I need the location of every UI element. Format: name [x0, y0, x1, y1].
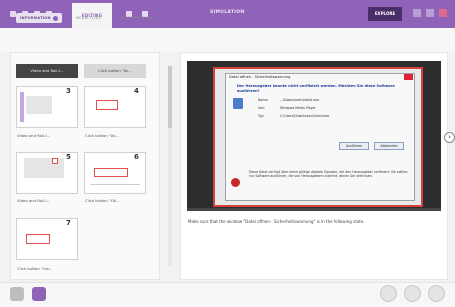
settings-icon[interactable] — [10, 287, 24, 301]
slide-item-1[interactable]: Video and Roll-I... — [16, 64, 78, 78]
maximize-icon[interactable] — [426, 9, 434, 17]
dialog-row-label: Von: — [258, 106, 265, 110]
next-arrow-icon[interactable]: › — [444, 132, 455, 143]
slide-number: 5 — [66, 153, 71, 161]
tab-active-dot-icon — [52, 15, 58, 21]
close-icon[interactable] — [439, 9, 447, 17]
thumb-highlight-box — [96, 100, 118, 110]
dialog-row-label: Typ: — [258, 114, 265, 118]
preview-bottom-bar — [187, 208, 441, 211]
thumb-highlight-box — [26, 234, 50, 244]
warning-shield-icon — [231, 178, 240, 187]
thumb-content-graphic — [24, 158, 64, 178]
slide-caption: Click button "Ak... — [85, 133, 120, 138]
thumb-sidebar-graphic — [20, 92, 24, 122]
slide-number: 3 — [66, 87, 71, 95]
step-caption: Make sure that the window "Datei offnen … — [188, 219, 365, 224]
voice-icon[interactable] — [380, 285, 397, 302]
thumb-highlight-box — [94, 168, 128, 177]
thumb-divider — [90, 184, 140, 185]
slide-caption: Video and Roll-I... — [17, 198, 51, 203]
record-icon[interactable] — [32, 287, 46, 301]
minimize-icon[interactable] — [413, 9, 421, 17]
explore-button[interactable]: EXPLORE — [368, 7, 402, 21]
slide-caption: Video and Roll-I... — [17, 133, 51, 138]
fullscreen-icon[interactable] — [428, 285, 445, 302]
slide-number: 7 — [66, 219, 71, 227]
window-title: SIMULATION — [210, 10, 245, 15]
dialog-title: Datei offnen - Sicherheitswarnung — [229, 75, 291, 79]
application-icon — [233, 98, 243, 109]
slide-number: 4 — [134, 87, 139, 95]
slide-item-2[interactable]: Click button "Ac... — [84, 64, 146, 78]
dialog-row-value: Windows Media Player — [280, 106, 316, 110]
dialog-warning-text: Diese Datei verfügt über keine gültige d… — [249, 170, 408, 179]
dialog-close-icon[interactable] — [404, 74, 413, 80]
thumb-highlight-box — [52, 158, 58, 164]
slides-scrollbar-thumb[interactable] — [168, 66, 172, 128]
sub-tab-bar — [0, 28, 455, 52]
tab-text-processing[interactable]: TEXT PROCESSING — [120, 16, 157, 20]
tab-information-label: INFORMATION — [20, 16, 51, 20]
thumb-content-graphic — [26, 96, 52, 114]
tab-media-files[interactable]: MEDIA FILES — [76, 16, 101, 20]
slide-number: 6 — [134, 153, 139, 161]
dialog-row-value: ...\Downloads\install.exe — [280, 98, 319, 102]
view-icon[interactable] — [404, 285, 421, 302]
run-button[interactable]: Ausführen — [339, 142, 369, 150]
cancel-button[interactable]: Abbrechen — [374, 142, 404, 150]
tab-information[interactable]: INFORMATION — [16, 13, 62, 23]
dialog-row-value: C:\Users\Downloads\install.exe — [280, 114, 330, 118]
dialog-row-label: Name: — [258, 98, 269, 102]
slide-caption: Click button "Ow... — [17, 266, 53, 271]
dialog-heading: Der Herausgeber konnte nicht verifiziert… — [237, 84, 395, 93]
slide-caption: Click button "OK... — [85, 198, 120, 203]
